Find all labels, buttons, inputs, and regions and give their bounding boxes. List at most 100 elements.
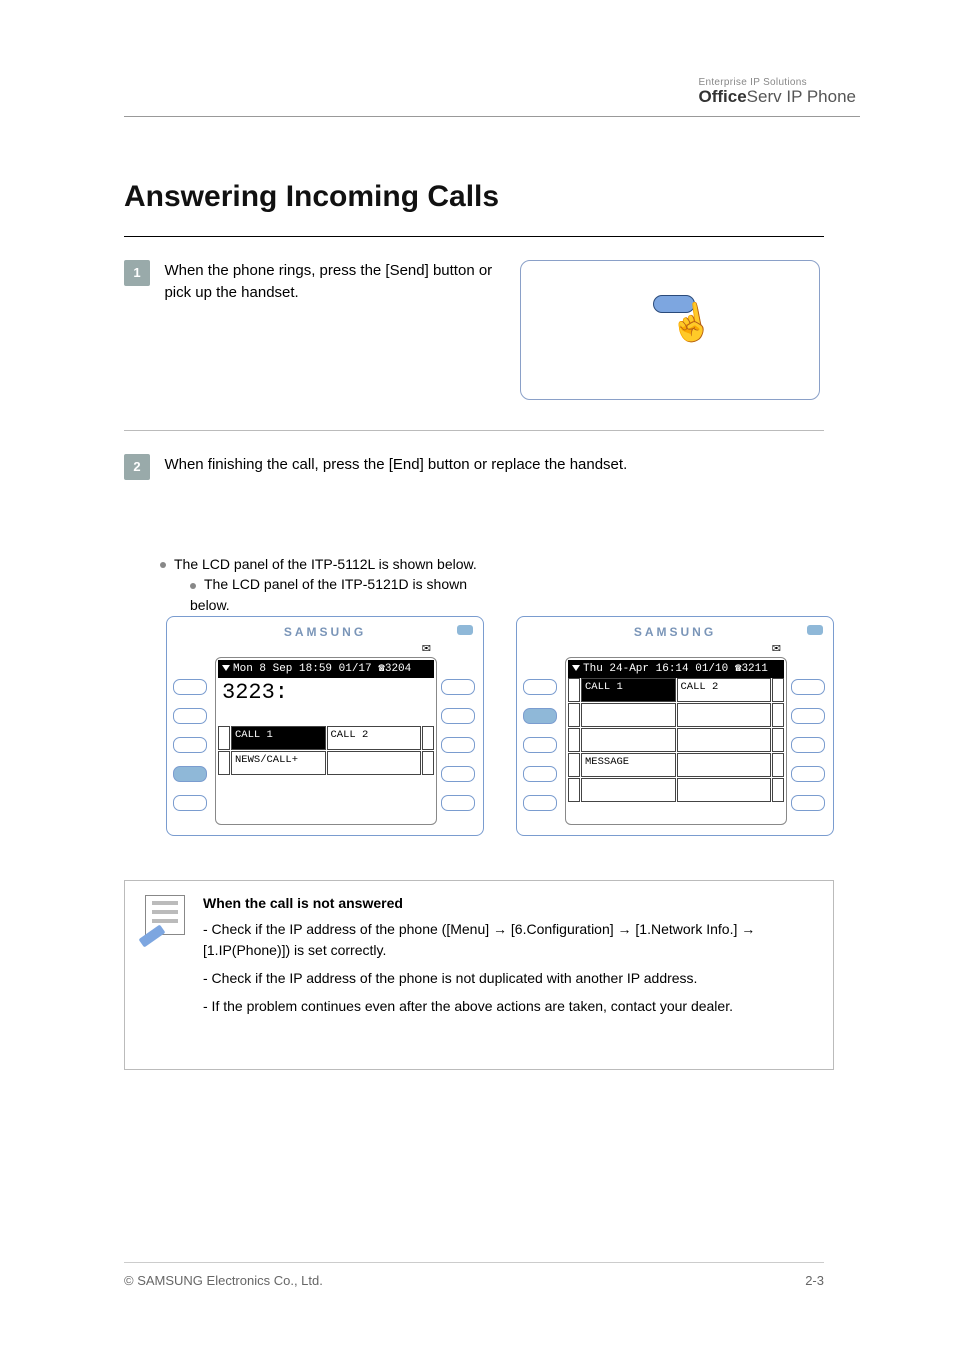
softkey-column-left [173,679,209,824]
button-press-panel: ☝ [520,260,820,400]
step-2-text: When finishing the call, press the [End]… [164,454,627,476]
lcd-status-bar: Thu 24-Apr 16:14 01/10 ☎3211 [568,660,784,678]
phone-itp-5121d: SAMSUNG ✉ Thu 24-Apr 16:14 01/10 ☎3211 C… [516,616,834,836]
lcd-note-left-text: The LCD panel of the ITP-5112L is shown … [174,556,477,572]
softkey-button[interactable] [523,708,557,724]
softkey-button[interactable] [173,737,207,753]
phone-brand: SAMSUNG [517,625,833,639]
lcd-caller-line: 3223: [218,678,434,726]
softkey-button[interactable] [791,679,825,695]
lcd-cell[interactable] [677,778,772,802]
lcd-cell[interactable] [677,753,772,777]
softkey-column-left [523,679,559,824]
note-box: When the call is not answered - Check if… [124,880,834,1070]
logo-main: OfficeServ IP Phone [698,88,856,105]
lcd-side-cell [772,778,784,802]
lcd-side-cell [422,751,434,775]
step-2-number: 2 [124,454,150,480]
lcd-side-cell [772,753,784,777]
lcd-grid: CALL 1 CALL 2 MESSAGE [568,678,784,802]
softkey-button[interactable] [173,708,207,724]
lcd-cell-message[interactable]: MESSAGE [581,753,676,777]
lcd-side-cell [422,726,434,750]
softkey-button[interactable] [441,708,475,724]
phone-brand: SAMSUNG [167,625,483,639]
status-text: Mon 8 Sep 18:59 01/17 ☎3204 [233,663,411,675]
phone-lcd: ✉ Thu 24-Apr 16:14 01/10 ☎3211 CALL 1 CA… [565,657,787,825]
lcd-cell-call1[interactable]: CALL 1 [231,726,326,750]
bullet-icon [160,562,166,568]
phone-led [457,625,473,635]
lcd-cell-news[interactable]: NEWS/CALL+ [231,751,326,775]
softkey-button[interactable] [441,766,475,782]
lcd-cell-call2[interactable]: CALL 2 [677,678,772,702]
title-underline [124,236,824,237]
lcd-side-cell [568,778,580,802]
header-logo: Enterprise IP Solutions OfficeServ IP Ph… [698,78,856,105]
lcd-side-cell [568,678,580,702]
softkey-button[interactable] [523,679,557,695]
hand-pointer-icon: ☝ [666,301,716,344]
softkey-button[interactable] [791,795,825,811]
status-text: Thu 24-Apr 16:14 01/10 ☎3211 [583,663,768,675]
note-icon [137,891,189,943]
phone-lcd: ✉ Mon 8 Sep 18:59 01/17 ☎3204 3223: CALL… [215,657,437,825]
softkey-column-right [791,679,827,824]
lcd-side-cell [772,678,784,702]
lcd-note-left: The LCD panel of the ITP-5112L is shown … [160,554,500,574]
step-1-text: When the phone rings, press the [Send] b… [164,260,494,304]
note-line-1: - Check if the IP address of the phone (… [203,919,819,962]
softkey-button[interactable] [523,737,557,753]
lcd-cell[interactable] [581,728,676,752]
footer-page-number: 2-3 [805,1273,824,1288]
logo-bold: Office [698,87,746,106]
lcd-side-cell [772,703,784,727]
lcd-cell[interactable] [677,728,772,752]
step-2: 2 When finishing the call, press the [En… [124,454,844,480]
phone-led [807,625,823,635]
lcd-cell[interactable] [581,703,676,727]
softkey-button[interactable] [173,795,207,811]
page-footer: © SAMSUNG Electronics Co., Ltd. 2-3 [124,1262,824,1288]
lcd-status-bar: Mon 8 Sep 18:59 01/17 ☎3204 [218,660,434,678]
lcd-side-cell [218,751,230,775]
lcd-side-cell [772,728,784,752]
note-line-3: - If the problem continues even after th… [203,996,819,1018]
notification-icon: ✉ [422,642,431,655]
lcd-grid: CALL 1 CALL 2 NEWS/CALL+ [218,726,434,775]
bullet-icon [190,583,196,589]
section-title: Answering Incoming Calls [124,180,499,214]
softkey-button[interactable] [441,679,475,695]
lcd-cell[interactable] [677,703,772,727]
chevron-down-icon [222,665,230,671]
softkey-button[interactable] [173,766,207,782]
lcd-cell-call1[interactable]: CALL 1 [581,678,676,702]
lcd-cell-empty[interactable] [327,751,422,775]
logo-thin: Serv [747,87,782,106]
softkey-column-right [441,679,477,824]
softkey-button[interactable] [791,737,825,753]
header-rule [124,116,860,117]
step-divider [124,430,824,431]
lcd-cell-call2[interactable]: CALL 2 [327,726,422,750]
lcd-side-cell [568,703,580,727]
note-title: When the call is not answered [203,893,819,915]
lcd-note-right: The LCD panel of the ITP-5121D is shown … [190,574,490,615]
step-2-notes: The LCD panel of the ITP-5112L is shown … [160,554,824,615]
footer-copyright: © SAMSUNG Electronics Co., Ltd. [124,1273,323,1288]
softkey-button[interactable] [523,766,557,782]
softkey-button[interactable] [441,795,475,811]
softkey-button[interactable] [441,737,475,753]
lcd-side-cell [568,753,580,777]
lcd-cell[interactable] [581,778,676,802]
lcd-side-cell [218,726,230,750]
softkey-button[interactable] [523,795,557,811]
lcd-side-cell [568,728,580,752]
note-line-2: - Check if the IP address of the phone i… [203,968,819,990]
softkey-button[interactable] [791,766,825,782]
softkey-button[interactable] [791,708,825,724]
phone-itp-5112l: SAMSUNG ✉ Mon 8 Sep 18:59 01/17 ☎3204 32… [166,616,484,836]
softkey-button[interactable] [173,679,207,695]
notification-icon: ✉ [772,642,781,655]
chevron-down-icon [572,665,580,671]
